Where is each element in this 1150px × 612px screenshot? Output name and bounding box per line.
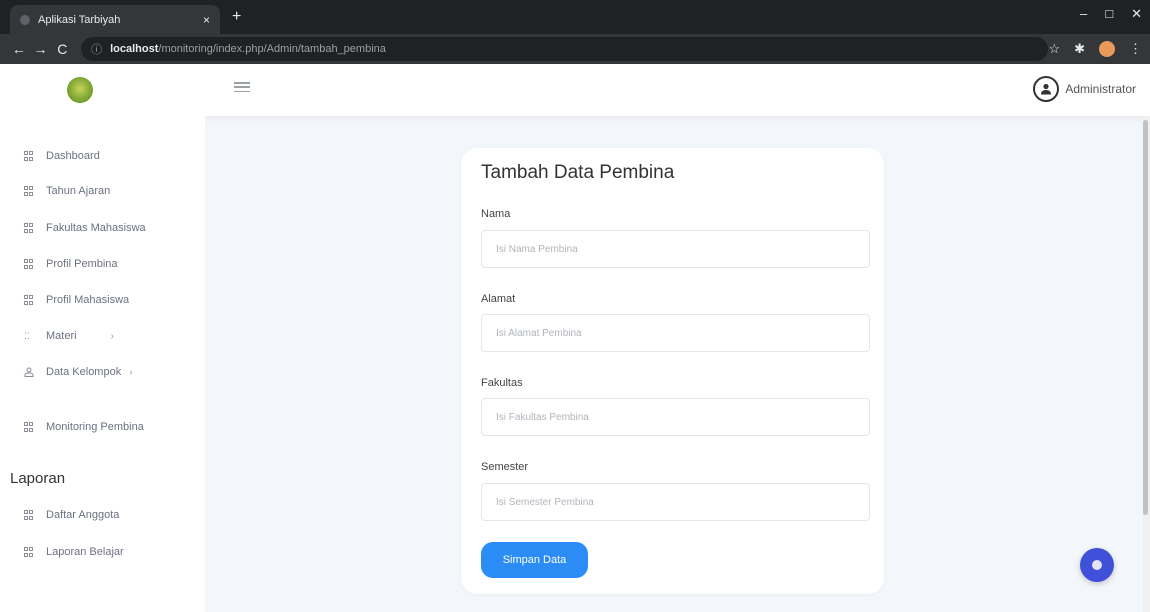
alamat-label: Alamat: [481, 293, 516, 305]
tab-close-icon[interactable]: ×: [203, 13, 210, 27]
app-header: Administrator: [0, 64, 1150, 116]
fakultas-label: Fakultas: [481, 377, 523, 389]
app-logo[interactable]: [67, 77, 93, 103]
browser-toolbar: ← → C ⓘ localhost /monitoring/index.php/…: [0, 34, 1150, 64]
site-info-icon[interactable]: ⓘ: [91, 41, 102, 57]
grid-icon: [24, 259, 34, 269]
grid-icon: [24, 151, 34, 161]
sidebar-item-daftar-anggota[interactable]: Daftar Anggota: [24, 509, 119, 521]
alamat-input[interactable]: [481, 314, 870, 352]
chevron-right-icon: ›: [129, 366, 133, 378]
user-menu[interactable]: Administrator: [1033, 76, 1136, 102]
sidebar-item-label: Dashboard: [46, 150, 100, 162]
forward-icon[interactable]: →: [30, 41, 52, 57]
browser-tab[interactable]: Aplikasi Tarbiyah ×: [10, 5, 220, 34]
browser-extensions: ☆ ✱ ⋮: [1048, 41, 1142, 57]
sidebar-item-dashboard[interactable]: Dashboard: [24, 150, 100, 162]
grid-icon: [24, 422, 34, 432]
url-path: /monitoring/index.php/Admin/tambah_pembi…: [158, 43, 386, 55]
sidebar-item-data-kelompok[interactable]: Data Kelompok ›: [24, 366, 133, 378]
dot-icon: [1092, 560, 1102, 570]
sidebar-item-profil-pembina[interactable]: Profil Pembina: [24, 258, 118, 270]
user-circle-icon: [1033, 76, 1060, 102]
reload-icon[interactable]: C: [51, 41, 73, 57]
page-scrollbar[interactable]: [1143, 116, 1150, 612]
grid-icon: [24, 223, 34, 233]
semester-label: Semester: [481, 461, 529, 473]
settings-fab-button[interactable]: [1080, 548, 1114, 582]
sidebar-item-label: Profil Pembina: [46, 258, 118, 270]
grid-icon: [24, 510, 34, 520]
browser-tabbar: Aplikasi Tarbiyah × + – □ ✕: [0, 0, 1150, 34]
sidebar-item-label: Profil Mahasiswa: [46, 294, 130, 306]
sidebar-item-materi[interactable]: ⁚⁚ Materi ›: [24, 330, 114, 342]
sidebar-item-label: Monitoring Pembina: [46, 421, 144, 433]
sidebar-item-label: Fakultas Mahasiswa: [46, 222, 146, 234]
nama-input[interactable]: [481, 230, 870, 268]
sidebar-item-label: Data Kelompok: [46, 366, 122, 378]
fakultas-input[interactable]: [481, 398, 870, 436]
save-button[interactable]: Simpan Data: [481, 542, 588, 578]
sidebar-item-profil-mahasiswa[interactable]: Profil Mahasiswa: [24, 294, 129, 306]
chevron-right-icon: ›: [110, 330, 114, 342]
nama-label: Nama: [481, 208, 511, 220]
user-name: Administrator: [1065, 82, 1136, 96]
grid-icon: [24, 547, 34, 557]
bookmark-star-icon[interactable]: ☆: [1048, 41, 1060, 57]
minimize-icon[interactable]: –: [1080, 6, 1087, 22]
maximize-icon[interactable]: □: [1105, 6, 1113, 22]
sidebar-item-label: Tahun Ajaran: [46, 185, 111, 197]
users-icon: [24, 367, 34, 377]
scrollbar-thumb[interactable]: [1143, 120, 1148, 515]
profile-avatar[interactable]: [1099, 41, 1115, 57]
address-bar[interactable]: ⓘ localhost /monitoring/index.php/Admin/…: [81, 37, 1049, 61]
sidebar-item-fakultas-mahasiswa[interactable]: Fakultas Mahasiswa: [24, 222, 146, 234]
grid-icon: [24, 295, 34, 305]
sidebar-item-label: Daftar Anggota: [46, 509, 120, 521]
extensions-puzzle-icon[interactable]: ✱: [1074, 41, 1085, 57]
window-controls: – □ ✕: [1080, 6, 1142, 22]
url-host: localhost: [110, 43, 159, 55]
browser-menu-icon[interactable]: ⋮: [1129, 41, 1142, 57]
favicon-icon: [20, 14, 30, 25]
tab-title: Aplikasi Tarbiyah: [38, 13, 121, 26]
new-tab-button[interactable]: +: [232, 8, 241, 26]
grid-icon: [24, 186, 34, 196]
hamburger-menu-icon[interactable]: [234, 80, 250, 94]
sidebar-section-title: Laporan: [10, 470, 66, 487]
sidebar-item-tahun-ajaran[interactable]: Tahun Ajaran: [24, 185, 110, 197]
sidebar-item-label: Materi: [46, 330, 77, 342]
window-close-icon[interactable]: ✕: [1131, 6, 1142, 22]
sidebar-item-label: Laporan Belajar: [46, 546, 124, 558]
sidebar-item-monitoring-pembina[interactable]: Monitoring Pembina: [24, 421, 144, 433]
dots-grid-icon: ⁚⁚: [24, 331, 30, 341]
form-card: Tambah Data Pembina Nama Alamat Fakultas…: [461, 148, 884, 594]
back-icon[interactable]: ←: [8, 41, 30, 57]
sidebar-item-laporan-belajar[interactable]: Laporan Belajar: [24, 546, 124, 558]
semester-input[interactable]: [481, 483, 870, 521]
sidebar: Dashboard Tahun Ajaran Fakultas Mahasisw…: [0, 116, 205, 612]
page-title: Tambah Data Pembina: [481, 162, 675, 183]
